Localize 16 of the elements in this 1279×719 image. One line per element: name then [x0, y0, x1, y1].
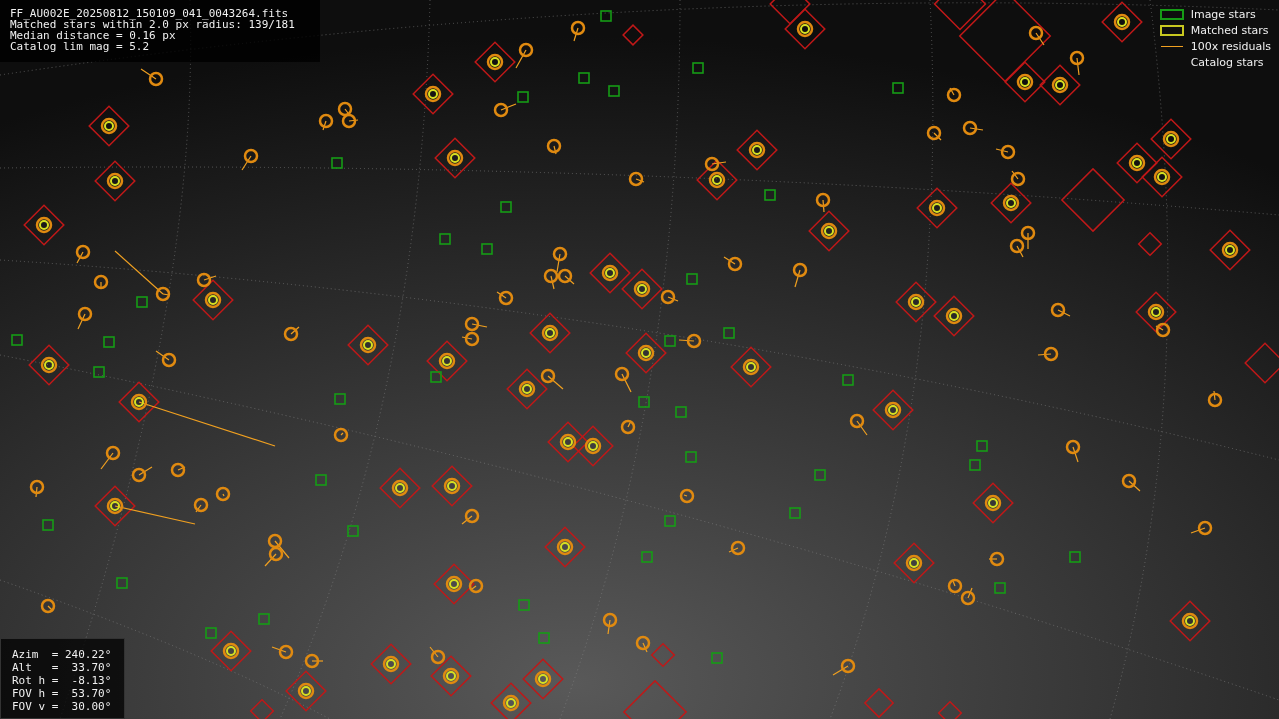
- info-text: Catalog lim mag = 5.2: [10, 41, 151, 52]
- pointing-text: Rot h = -8.13°: [12, 675, 113, 686]
- legend-label: Catalog stars: [1190, 56, 1264, 69]
- pointing-text: Azim = 240.22°: [12, 649, 113, 660]
- legend-label: Image stars: [1190, 8, 1256, 21]
- legend-square-icon: [1159, 9, 1184, 20]
- pointing-text: Alt = 33.70°: [12, 662, 113, 673]
- legend-label: 100x residuals: [1190, 40, 1271, 53]
- info-text: Median distance = 0.16 px: [10, 30, 176, 41]
- pointing-text: FOV v = 30.00°: [12, 701, 113, 712]
- legend-square-icon: [1159, 25, 1184, 36]
- info-text: FF_AU002E_20250812_150109_041_0043264.fits: [10, 8, 290, 19]
- legend-line-icon: [1160, 46, 1183, 47]
- pointing-text: FOV h = 53.70°: [12, 688, 113, 699]
- info-text: Matched stars within 2.0 px radius: 139/181: [10, 19, 296, 30]
- legend-label: Matched stars: [1190, 24, 1269, 37]
